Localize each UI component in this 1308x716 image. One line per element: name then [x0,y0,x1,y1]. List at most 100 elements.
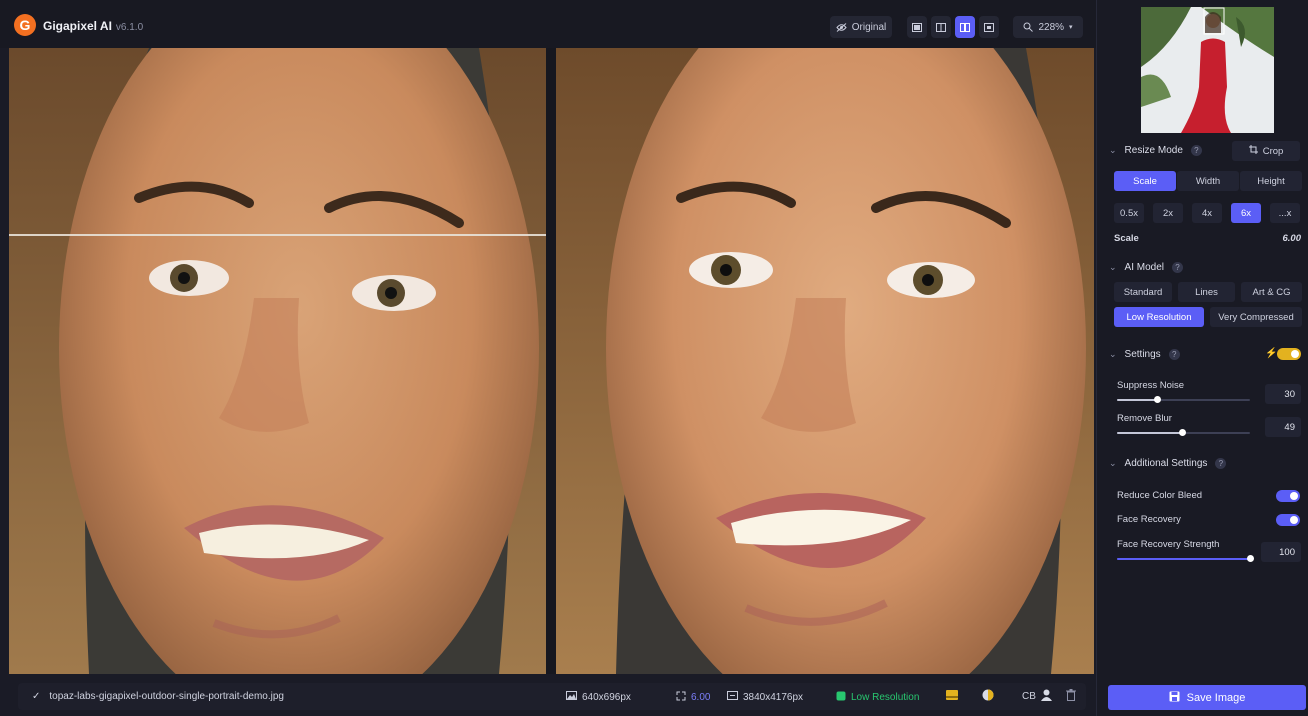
resize-mode-title: Resize Mode [1124,145,1183,156]
contrast-icon [982,689,994,704]
expand-icon [676,691,686,704]
settings-header[interactable]: ⌄ Settings ? [1109,349,1180,360]
reduce-color-bleed-label: Reduce Color Bleed [1117,490,1203,501]
preview-icon [946,689,958,704]
main-area: G Gigapixel AI v6.1.0 Original 228% ▾ ✓ … [0,0,1096,716]
resize-mode-header[interactable]: ⌄ Resize Mode ? [1109,145,1202,156]
face-recovery-strength-label: Face Recovery Strength [1117,539,1220,550]
delete-button[interactable] [1066,689,1076,704]
view-grid-button[interactable] [979,16,999,38]
model-very-compressed-button[interactable]: Very Compressed [1210,307,1302,327]
scale-label: Scale [1114,233,1139,244]
remove-blur-fill [1117,432,1183,434]
scale-6x-button[interactable]: 6x [1231,203,1261,223]
model-low-resolution-button[interactable]: Low Resolution [1114,307,1204,327]
model-standard-button[interactable]: Standard [1114,282,1172,302]
cb-toggle[interactable]: CB [1022,691,1036,702]
scale-0-5x-button[interactable]: 0.5x [1114,203,1144,223]
face-recovery-strength-knob[interactable] [1247,555,1254,562]
single-view-icon [912,22,922,32]
original-portrait-image [9,48,546,674]
mode-scale-button[interactable]: Scale [1114,171,1176,191]
contrast-button[interactable] [982,689,994,704]
help-icon[interactable]: ? [1172,262,1184,273]
status-bar: ✓ topaz-labs-gigapixel-outdoor-single-po… [18,683,1086,710]
remove-blur-knob[interactable] [1179,429,1187,436]
suppress-noise-slider[interactable] [1117,396,1250,403]
navigator-thumbnail[interactable] [1141,7,1274,133]
app-logo: G [14,14,36,36]
chevron-down-icon: ⌄ [1109,262,1117,272]
additional-settings-header[interactable]: ⌄ Additional Settings ? [1109,458,1227,469]
app-title: Gigapixel AI v6.1.0 [43,19,143,33]
remove-blur-slider[interactable] [1117,429,1250,436]
output-size: 3840x4176px [743,691,804,703]
output-size-icon [727,691,738,703]
save-image-label: Save Image [1186,691,1246,704]
face-recovery-toggle[interactable] [1276,514,1300,526]
view-side-by-side-button[interactable] [955,16,975,38]
side-by-side-icon [960,22,970,32]
suppress-noise-knob[interactable] [1153,396,1161,403]
zoom-dropdown[interactable]: 228% ▾ [1013,16,1083,38]
face-recovery-strength-slider[interactable] [1117,555,1254,562]
mode-height-button[interactable]: Height [1240,171,1302,191]
scale-4x-button[interactable]: 4x [1192,203,1222,223]
thumbnail-image [1141,7,1274,133]
suppress-noise-fill [1117,399,1157,401]
reduce-color-bleed-toggle[interactable] [1276,490,1300,502]
chevron-down-icon: ⌄ [1109,145,1117,155]
crop-button[interactable]: Crop [1232,141,1300,161]
zoom-icon [1023,22,1034,32]
suppress-noise-value[interactable]: 30 [1265,384,1301,404]
save-image-button[interactable]: Save Image [1108,685,1306,710]
scale-info: 6.00 [676,691,710,704]
settings-title: Settings [1124,349,1161,360]
top-toolbar: G Gigapixel AI v6.1.0 Original 228% ▾ [0,0,1096,48]
scale-value: 6.00 [691,692,711,703]
model-info: Low Resolution [836,691,919,704]
face-recovery-strength-value[interactable]: 100 [1261,542,1301,562]
chevron-down-icon: ▾ [1069,24,1073,31]
file-entry[interactable]: ✓ topaz-labs-gigapixel-outdoor-single-po… [32,691,284,702]
ai-model-title: AI Model [1124,262,1165,273]
split-view-icon [936,22,946,32]
file-name: topaz-labs-gigapixel-outdoor-single-port… [49,691,284,702]
app-version: v6.1.0 [115,22,144,33]
grid-view-icon [984,22,994,32]
checkmark-icon: ✓ [32,691,41,702]
settings-sidebar: ⌄ Resize Mode ? Crop Scale Width Height … [1096,0,1308,716]
help-icon[interactable]: ? [1168,349,1180,360]
remove-blur-value[interactable]: 49 [1265,417,1301,437]
input-size-info: 640x696px [566,691,631,703]
trash-icon [1066,689,1076,704]
comparison-scanline[interactable] [9,234,546,236]
model-icon [836,691,846,704]
auto-settings-toggle[interactable] [1277,348,1301,360]
view-split-button[interactable] [931,16,951,38]
model-art-cg-button[interactable]: Art & CG [1241,282,1302,302]
ai-model-header[interactable]: ⌄ AI Model ? [1109,262,1184,273]
preview-mode-button[interactable] [946,689,958,704]
original-toggle-button[interactable]: Original [830,16,892,38]
scale-2x-button[interactable]: 2x [1153,203,1183,223]
help-icon[interactable]: ? [1190,145,1202,156]
original-image-pane[interactable] [9,48,546,674]
face-button[interactable] [1041,689,1052,704]
crop-icon [1248,145,1258,157]
output-size-info: 3840x4176px [727,691,803,703]
help-icon[interactable]: ? [1215,458,1227,469]
mode-width-button[interactable]: Width [1177,171,1239,191]
zoom-label: 228% [1038,21,1065,33]
suppress-noise-label: Suppress Noise [1117,380,1185,391]
upscaled-image-pane[interactable] [556,48,1094,674]
original-label: Original [851,21,887,33]
pane-divider[interactable] [546,48,556,674]
scale-custom-button[interactable]: ...x [1270,203,1300,223]
crop-label: Crop [1262,145,1284,157]
face-recovery-strength-fill [1117,558,1250,560]
chevron-down-icon: ⌄ [1109,458,1117,468]
view-single-button[interactable] [907,16,927,38]
lightning-icon: ⚡ [1265,348,1278,359]
model-lines-button[interactable]: Lines [1178,282,1235,302]
